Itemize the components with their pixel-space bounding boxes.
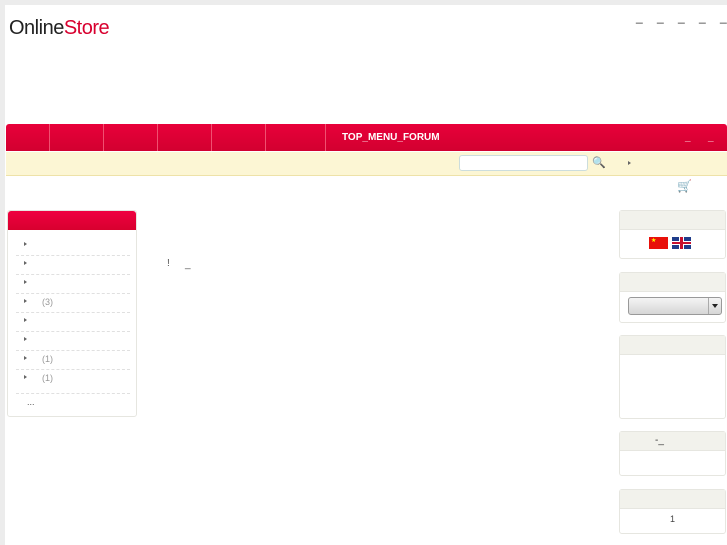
arrow-icon [24,242,27,246]
currency-box [619,272,726,323]
category-item[interactable] [16,313,130,332]
logo-text-accent: Store [63,17,110,39]
search-input[interactable] [459,155,588,171]
nav-divider [211,124,212,151]
counter-box: 1 [619,489,726,534]
nav-forum[interactable]: TOP_MENU_FORUM [342,132,440,143]
arrow-icon [24,299,27,303]
arrow-icon [24,375,27,379]
nav-divider [49,124,50,151]
category-box: (3) (1) (1) ... [7,210,137,417]
main-text: _ [185,259,191,270]
currency-select[interactable] [628,297,722,315]
top-link[interactable]: _ [636,10,643,24]
flag-cn-icon[interactable]: ★ [649,237,668,249]
item-count: (1) [42,373,53,383]
search-bar: 🔍 [6,152,727,176]
nav-divider [157,124,158,151]
box-header [620,490,725,509]
logo[interactable]: OnlineStore [9,17,110,40]
category-item[interactable] [16,275,130,294]
box-title: -_ [655,435,664,446]
language-box: ★ [619,210,726,259]
info-box [619,335,726,419]
box-header [620,273,725,292]
top-link[interactable]: _ [657,10,664,24]
chevron-down-icon [708,298,721,314]
nav-link[interactable]: _ [708,132,714,143]
category-item[interactable]: (3) [16,294,130,313]
arrow-icon [24,280,27,284]
main-text: ! [167,258,170,269]
nav-link[interactable]: _ [685,132,691,143]
category-item[interactable] [16,256,130,275]
top-link[interactable]: _ [678,10,685,24]
box-header [620,211,725,230]
flag-uk-icon[interactable] [672,237,691,249]
category-header [8,211,136,230]
arrow-icon[interactable] [628,161,631,165]
category-item[interactable]: (1) [16,370,130,394]
top-link[interactable]: _ [699,10,706,24]
category-item[interactable] [16,332,130,351]
arrow-icon [24,318,27,322]
cart-icon[interactable]: 🛒 [677,179,692,193]
nav-divider [265,124,266,151]
side-box: -_ [619,431,726,476]
logo-text: Online [9,17,64,39]
box-header: -_ [620,432,725,451]
arrow-icon [24,356,27,360]
more-link[interactable]: ... [27,397,35,407]
top-link[interactable]: _ [720,10,727,24]
item-count: (3) [42,297,53,307]
arrow-icon [24,261,27,265]
box-header [620,336,725,355]
search-icon[interactable]: 🔍 [592,156,606,169]
nav-divider [103,124,104,151]
item-count: (1) [42,354,53,364]
arrow-icon [24,337,27,341]
category-item[interactable] [16,237,130,256]
category-item[interactable]: (1) [16,351,130,370]
main-nav: TOP_MENU_FORUM _ _ [6,124,727,151]
counter-value: 1 [669,514,675,524]
nav-divider [325,124,326,151]
